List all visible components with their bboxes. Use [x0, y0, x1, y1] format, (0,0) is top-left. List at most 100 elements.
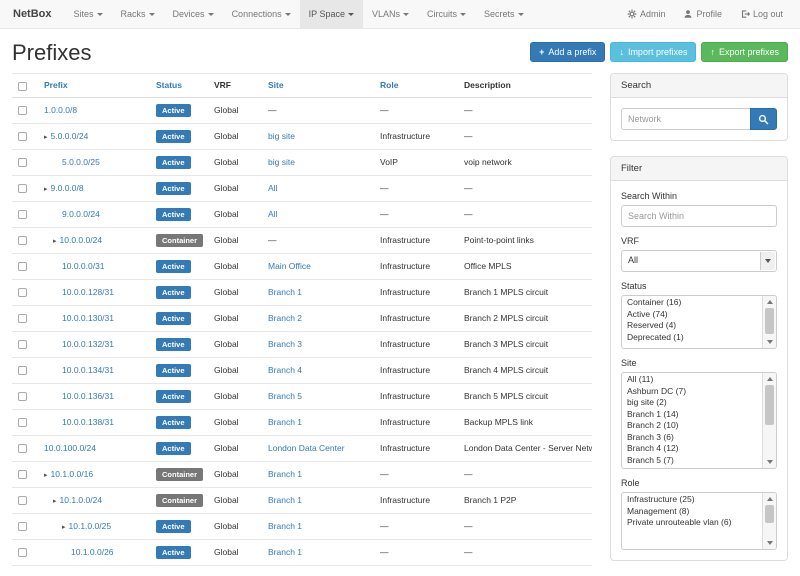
nav-item-log-out[interactable]: Log out: [731, 0, 792, 28]
add-a-prefix-button[interactable]: +Add a prefix: [530, 42, 605, 62]
prefix-link[interactable]: 10.0.0.0/31: [62, 261, 105, 271]
column-header-status[interactable]: Status: [150, 74, 208, 97]
nav-item-devices[interactable]: Devices: [164, 0, 223, 28]
prefix-link[interactable]: 10.1.0.0/16: [51, 469, 94, 479]
prefix-link[interactable]: 10.0.0.134/31: [62, 365, 114, 375]
select-option[interactable]: Container (16): [623, 297, 760, 309]
status-select[interactable]: Container (16)Active (74)Reserved (4)Dep…: [621, 295, 777, 349]
site-link[interactable]: All: [268, 183, 277, 193]
row-checkbox[interactable]: [18, 522, 27, 531]
nav-item-secrets[interactable]: Secrets: [475, 0, 533, 28]
nav-item-profile[interactable]: Profile: [674, 0, 731, 28]
nav-item-sites[interactable]: Sites: [65, 0, 112, 28]
site-link[interactable]: London Data Center: [268, 443, 345, 453]
select-option[interactable]: Deprecated (1): [623, 332, 760, 344]
select-option[interactable]: Ashburn DC (7): [623, 386, 760, 398]
column-header-prefix[interactable]: Prefix: [38, 74, 150, 97]
row-checkbox[interactable]: [18, 548, 27, 557]
expand-caret-icon[interactable]: ▸: [44, 134, 48, 141]
row-checkbox[interactable]: [18, 340, 27, 349]
select-option[interactable]: Branch 1 (14): [623, 409, 760, 421]
prefix-link[interactable]: 10.1.0.0/25: [69, 521, 112, 531]
prefix-link[interactable]: 10.1.0.0/24: [60, 495, 103, 505]
role-select-scrollbar[interactable]: [762, 493, 776, 549]
prefix-link[interactable]: 5.0.0.0/24: [51, 131, 89, 141]
select-all-checkbox[interactable]: [18, 82, 27, 91]
select-option[interactable]: big site (2): [623, 397, 760, 409]
site-link[interactable]: Branch 1: [268, 547, 302, 557]
search-input[interactable]: [621, 108, 751, 130]
expand-caret-icon[interactable]: ▸: [62, 524, 66, 531]
site-link[interactable]: Branch 1: [268, 469, 302, 479]
site-link[interactable]: Branch 4: [268, 365, 302, 375]
row-checkbox[interactable]: [18, 496, 27, 505]
row-checkbox[interactable]: [18, 262, 27, 271]
nav-item-connections[interactable]: Connections: [223, 0, 300, 28]
site-link[interactable]: Branch 1: [268, 417, 302, 427]
prefix-link[interactable]: 10.0.0.130/31: [62, 313, 114, 323]
app-logo[interactable]: NetBox: [0, 0, 65, 28]
select-option[interactable]: Infrastructure (25): [623, 494, 760, 506]
select-option[interactable]: COLO 1 (4): [623, 466, 760, 469]
expand-caret-icon[interactable]: ▸: [53, 238, 57, 245]
nav-item-admin[interactable]: Admin: [618, 0, 675, 28]
select-option[interactable]: All (11): [623, 374, 760, 386]
nav-item-circuits[interactable]: Circuits: [418, 0, 475, 28]
prefix-link[interactable]: 10.0.0.136/31: [62, 391, 114, 401]
site-select-scrollbar[interactable]: [762, 373, 776, 468]
import-prefixes-button[interactable]: ↓Import prefixes: [610, 42, 696, 62]
site-link[interactable]: Branch 1: [268, 287, 302, 297]
row-checkbox[interactable]: [18, 288, 27, 297]
prefix-link[interactable]: 10.1.0.0/26: [71, 547, 114, 557]
export-prefixes-button[interactable]: ↑Export prefixes: [701, 42, 788, 62]
role-select[interactable]: Infrastructure (25)Management (8)Private…: [621, 492, 777, 550]
prefix-link[interactable]: 10.0.0.138/31: [62, 417, 114, 427]
select-option[interactable]: Branch 3 (6): [623, 432, 760, 444]
expand-caret-icon[interactable]: ▸: [44, 472, 48, 479]
nav-item-vlans[interactable]: VLANs: [363, 0, 418, 28]
column-header-role[interactable]: Role: [374, 74, 458, 97]
select-option[interactable]: Branch 4 (12): [623, 443, 760, 455]
row-checkbox[interactable]: [18, 392, 27, 401]
prefix-link[interactable]: 9.0.0.0/8: [51, 183, 84, 193]
row-checkbox[interactable]: [18, 470, 27, 479]
column-header-site[interactable]: Site: [262, 74, 374, 97]
prefix-link[interactable]: 1.0.0.0/8: [44, 105, 77, 115]
site-link[interactable]: Branch 1: [268, 521, 302, 531]
prefix-link[interactable]: 9.0.0.0/24: [62, 209, 100, 219]
nav-item-racks[interactable]: Racks: [112, 0, 164, 28]
select-option[interactable]: Branch 5 (7): [623, 455, 760, 467]
scrollbar-thumb[interactable]: [765, 308, 774, 334]
site-link[interactable]: big site: [268, 157, 295, 167]
site-select[interactable]: All (11)Ashburn DC (7)big site (2)Branch…: [621, 372, 777, 469]
prefix-link[interactable]: 10.0.0.128/31: [62, 287, 114, 297]
row-checkbox[interactable]: [18, 314, 27, 323]
row-checkbox[interactable]: [18, 132, 27, 141]
nav-item-ip-space[interactable]: IP Space: [300, 0, 363, 28]
prefix-link[interactable]: 10.0.0.132/31: [62, 339, 114, 349]
row-checkbox[interactable]: [18, 366, 27, 375]
select-option[interactable]: Private unrouteable vlan (6): [623, 517, 760, 529]
search-within-input[interactable]: [621, 205, 777, 227]
prefix-link[interactable]: 10.0.100.0/24: [44, 443, 96, 453]
select-option[interactable]: Management (8): [623, 506, 760, 518]
site-link[interactable]: Branch 5: [268, 391, 302, 401]
site-link[interactable]: Main Office: [268, 261, 311, 271]
scrollbar-thumb[interactable]: [765, 385, 774, 425]
row-checkbox[interactable]: [18, 236, 27, 245]
row-checkbox[interactable]: [18, 106, 27, 115]
site-link[interactable]: All: [268, 209, 277, 219]
site-link[interactable]: Branch 1: [268, 495, 302, 505]
row-checkbox[interactable]: [18, 158, 27, 167]
row-checkbox[interactable]: [18, 418, 27, 427]
site-link[interactable]: Branch 2: [268, 313, 302, 323]
row-checkbox[interactable]: [18, 444, 27, 453]
expand-caret-icon[interactable]: ▸: [53, 498, 57, 505]
vrf-select[interactable]: All: [621, 250, 777, 272]
row-checkbox[interactable]: [18, 210, 27, 219]
site-link[interactable]: Branch 3: [268, 339, 302, 349]
prefix-link[interactable]: 10.0.0.0/24: [60, 235, 103, 245]
site-link[interactable]: big site: [268, 131, 295, 141]
expand-caret-icon[interactable]: ▸: [44, 186, 48, 193]
select-option[interactable]: Reserved (4): [623, 320, 760, 332]
